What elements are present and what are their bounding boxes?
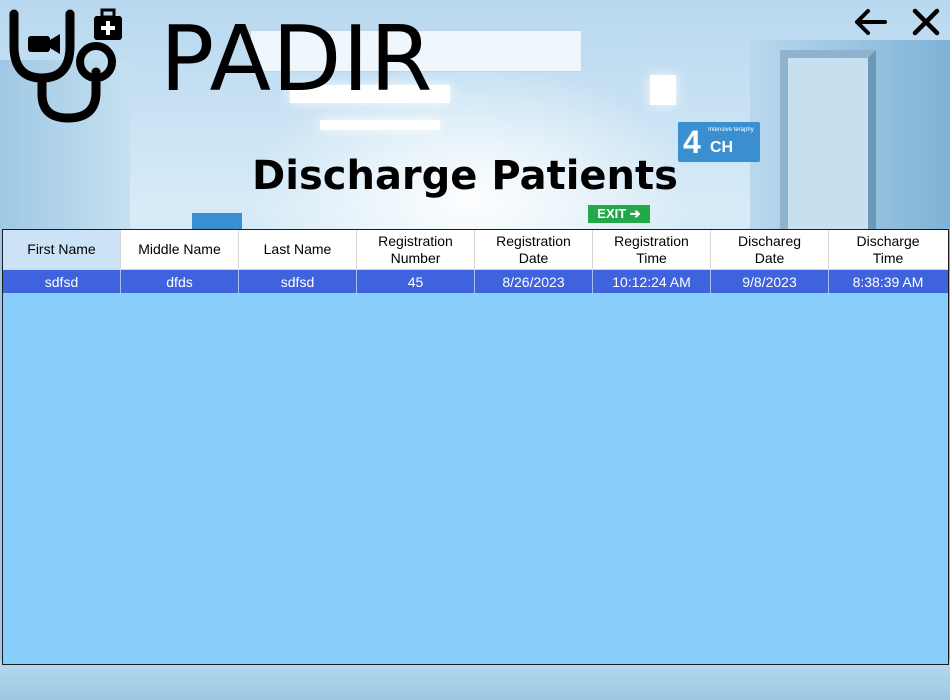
stethoscope-logo-icon: [6, 6, 130, 124]
distant-room-sign: [192, 213, 242, 229]
ceiling-light: [320, 120, 440, 130]
cell-discharge-time[interactable]: 8:38:39 AM: [829, 270, 947, 293]
grid-header: First Name Middle Name Last Name Registr…: [3, 230, 948, 270]
close-button[interactable]: [906, 4, 946, 40]
column-header-registration-date[interactable]: Registration Date: [475, 230, 593, 270]
cell-discharge-date[interactable]: 9/8/2023: [711, 270, 829, 293]
table-row[interactable]: sdfsd dfds sdfsd 45 8/26/2023 10:12:24 A…: [3, 270, 948, 293]
column-header-middle-name[interactable]: Middle Name: [121, 230, 239, 270]
app-title: PADIR: [160, 7, 434, 112]
exit-sign-label: EXIT: [597, 206, 627, 221]
column-header-last-name[interactable]: Last Name: [239, 230, 357, 270]
page-title: Discharge Patients: [252, 153, 678, 199]
cell-registration-time[interactable]: 10:12:24 AM: [593, 270, 711, 293]
corridor-floor: [0, 660, 950, 700]
back-button[interactable]: [850, 4, 890, 40]
room-sign-subtitle: Intensive teraphy: [708, 127, 754, 133]
column-header-discharge-time[interactable]: Discharge Time: [829, 230, 947, 270]
column-header-first-name[interactable]: First Name: [3, 230, 121, 270]
column-header-discharge-date[interactable]: Dischareg Date: [711, 230, 829, 270]
close-icon: [912, 8, 940, 36]
cell-last-name[interactable]: sdfsd: [239, 270, 357, 293]
cell-middle-name[interactable]: dfds: [121, 270, 239, 293]
column-header-registration-time[interactable]: Registration Time: [593, 230, 711, 270]
ceiling-light: [650, 75, 676, 105]
cell-registration-date[interactable]: 8/26/2023: [475, 270, 593, 293]
cell-first-name[interactable]: sdfsd: [3, 270, 121, 293]
cell-registration-number[interactable]: 45: [357, 270, 475, 293]
patients-grid[interactable]: First Name Middle Name Last Name Registr…: [2, 229, 949, 665]
column-header-registration-number[interactable]: Registration Number: [357, 230, 475, 270]
arrow-left-icon: [855, 9, 887, 35]
exit-sign: EXIT ➔: [588, 205, 650, 223]
